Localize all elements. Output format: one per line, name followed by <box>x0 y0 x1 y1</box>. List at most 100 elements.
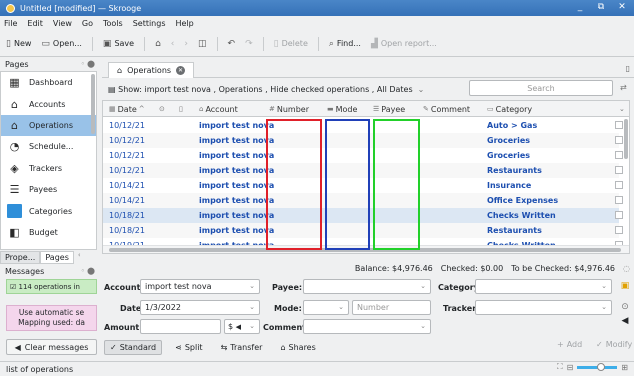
open-report-button[interactable]: ▟ Open report... <box>371 39 437 49</box>
save-button[interactable]: ▣ Save <box>103 39 134 49</box>
comment-combo[interactable]: ⌄ <box>303 319 431 334</box>
number-field[interactable]: Number <box>352 300 431 315</box>
toolbar-separator <box>262 36 264 51</box>
transfer-icon: ⇆ <box>220 342 228 352</box>
payees-icon: ☰ <box>373 105 380 113</box>
payee-combo[interactable]: ⌄ <box>303 279 431 294</box>
status-bar: list of operations <box>0 361 634 376</box>
date-field[interactable]: 1/3/2022 ⌄ <box>140 300 260 315</box>
sidebar-item-payees[interactable]: ☰ Payees <box>1 179 96 200</box>
chevron-down-icon: ⌄ <box>601 282 607 290</box>
highlight-box-number <box>266 119 322 250</box>
open-button[interactable]: ▭ Open... <box>41 39 82 49</box>
account-combo[interactable]: import test nova ⌄ <box>140 279 260 294</box>
close-button[interactable]: ✕ <box>616 2 628 12</box>
check-icon: ✓ <box>596 340 603 349</box>
tab-pages[interactable]: Pages <box>40 251 74 264</box>
mode-combo[interactable]: ⌄ <box>303 300 349 315</box>
row-checkbox[interactable] <box>615 211 623 219</box>
menu-settings[interactable]: Settings <box>133 19 166 28</box>
delete-button[interactable]: ▯ Delete <box>274 39 308 49</box>
column-account[interactable]: ⌂ Account <box>199 101 238 117</box>
tab-operations[interactable]: ⌂ Operations ✕ <box>108 62 195 78</box>
sidebar-item-operations[interactable]: ⌂ Operations <box>1 114 96 137</box>
maximize-button[interactable]: ⧉ <box>595 2 607 12</box>
sidebar-item-accounts[interactable]: ⌂ Accounts <box>1 93 96 114</box>
highlight-box-payee <box>373 119 420 250</box>
pages-scrollbar[interactable] <box>91 74 95 134</box>
row-checkbox[interactable] <box>615 226 623 234</box>
column-date[interactable]: ▦ Date ^ <box>109 101 145 117</box>
calendar-icon: ▦ <box>109 105 116 113</box>
menu-view[interactable]: View <box>53 19 72 28</box>
sidebar-item-trackers[interactable]: ◈ Trackers <box>1 158 96 179</box>
mode-shares-button[interactable]: ⌂ Shares <box>275 341 320 354</box>
zoom-out-icon[interactable]: ⊟ <box>567 363 574 372</box>
new-button[interactable]: ▯ New <box>6 39 31 49</box>
forward-button[interactable]: › <box>184 39 188 49</box>
row-checkbox[interactable] <box>615 181 623 189</box>
mode-split-button[interactable]: ⋖ Split <box>170 341 207 354</box>
bookmark-icon[interactable]: ▣ <box>619 280 631 292</box>
row-checkbox[interactable] <box>615 196 623 204</box>
chevron-down-icon: ⌄ <box>249 303 255 311</box>
undo-button[interactable]: ↶ <box>228 39 236 49</box>
sidebar-item-dashboard[interactable]: ▦ Dashboard <box>1 72 96 93</box>
column-attachment[interactable]: ▯ <box>179 101 183 117</box>
table-scrollbar[interactable] <box>624 119 628 159</box>
sidebar-item-budget[interactable]: ◧ Budget <box>1 222 96 243</box>
column-category[interactable]: ▭ Category <box>487 101 532 117</box>
row-checkbox[interactable] <box>615 121 623 129</box>
zoom-in-icon[interactable]: ⊞ <box>621 363 628 372</box>
column-status[interactable]: ⊙ <box>159 101 165 117</box>
zoom-fit-icon[interactable]: ⛶ <box>557 362 563 372</box>
close-tab-icon[interactable]: ✕ <box>176 66 186 75</box>
sidebar-item-schedule[interactable]: ◔ Schedule... <box>1 136 96 157</box>
dock-controls[interactable]: ◦ ⬤ <box>81 60 95 68</box>
back-button[interactable]: ‹ <box>171 39 175 49</box>
tab-corner-icon[interactable]: ▯ <box>626 64 630 73</box>
add-button[interactable]: + Add <box>557 340 582 349</box>
zoom-slider[interactable] <box>577 362 618 371</box>
menu-edit[interactable]: Edit <box>27 19 43 28</box>
clear-messages-button[interactable]: ◀ Clear messages <box>6 339 97 355</box>
row-checkbox[interactable] <box>615 151 623 159</box>
favorite-icon[interactable]: ◀ <box>619 315 631 327</box>
find-button[interactable]: ⌕ Find... <box>329 39 361 49</box>
mode-standard-button[interactable]: ✓ Standard <box>104 339 163 355</box>
column-mode[interactable]: ▬ Mode <box>327 101 357 117</box>
amount-field[interactable] <box>140 319 221 334</box>
settings-icon[interactable]: ⊙ <box>619 301 631 313</box>
menu-go[interactable]: Go <box>82 19 93 28</box>
column-comment[interactable]: ✎ Comment <box>423 101 470 117</box>
search-input[interactable]: Search <box>469 80 613 96</box>
zoom-control[interactable]: ⛶ ⊟ ⊞ <box>557 362 628 372</box>
menu-file[interactable]: File <box>4 19 17 28</box>
tab-scroll-icon[interactable]: ‹ <box>78 251 81 264</box>
currency-combo[interactable]: $ ◀ ⌄ <box>224 319 260 334</box>
search-options-icon[interactable]: ⇄ <box>620 83 627 92</box>
column-number[interactable]: # Number <box>269 101 309 117</box>
column-chooser-icon[interactable]: ⌄ <box>619 101 625 117</box>
modify-button[interactable]: ✓ Modify <box>596 340 632 349</box>
dock-controls[interactable]: ◦ ⬤ <box>81 267 95 275</box>
category-combo[interactable]: ⌄ <box>475 279 612 294</box>
bookmark-button[interactable]: ◫ <box>198 39 207 49</box>
comment-icon: ✎ <box>423 105 429 113</box>
redo-button[interactable]: ↷ <box>245 39 253 49</box>
tracker-combo[interactable]: ⌄ <box>475 300 612 315</box>
menu-tools[interactable]: Tools <box>103 19 123 28</box>
column-payee[interactable]: ☰ Payee <box>373 101 405 117</box>
category-cell: Insurance <box>487 181 532 190</box>
toolbar-separator <box>317 36 319 51</box>
tab-properties[interactable]: Prope... <box>0 251 41 264</box>
row-checkbox[interactable] <box>615 136 623 144</box>
mode-transfer-button[interactable]: ⇆ Transfer <box>216 341 268 354</box>
sidebar-item-categories[interactable]: Categories <box>1 200 96 221</box>
row-checkbox[interactable] <box>615 166 623 174</box>
home-button[interactable]: ⌂ <box>155 39 161 49</box>
zoom-slider-knob[interactable] <box>597 362 606 371</box>
menu-help[interactable]: Help <box>176 19 194 28</box>
bookmark-icon: ◫ <box>198 38 207 49</box>
minimize-button[interactable]: _ <box>574 2 586 12</box>
